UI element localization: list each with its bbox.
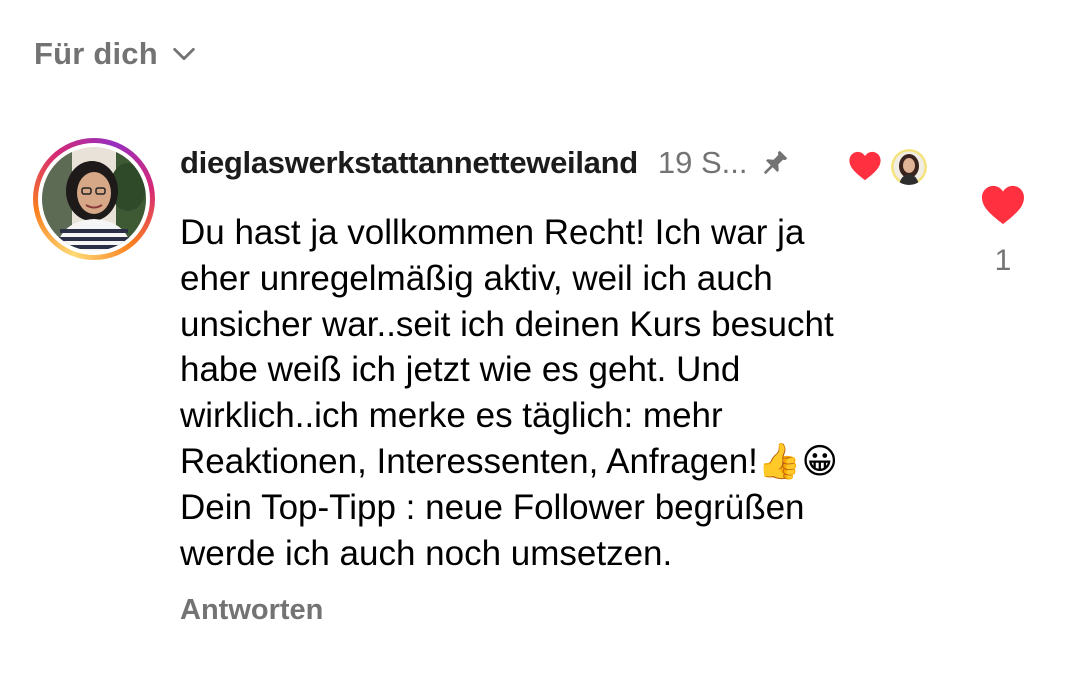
comment-header: dieglaswerkstattannetteweiland 19 S... [180,140,791,186]
feed-filter-label: Für dich [34,36,158,71]
feed-filter-dropdown[interactable]: Für dich [34,32,198,76]
chevron-down-icon [173,47,195,61]
timestamp: 19 S... [657,145,748,180]
creator-liked-heart-icon [849,151,881,181]
like-heart-icon[interactable] [980,184,1026,226]
like-count: 1 [994,244,1012,277]
avatar[interactable] [33,138,155,260]
avatar-inner [38,143,150,255]
creator-avatar [891,149,927,185]
username[interactable]: dieglaswerkstattannetteweiland [180,145,638,181]
pin-icon [764,150,788,174]
avatar-photo [42,147,146,251]
comment-text: Du hast ja vollkommen Recht! Ich war ja … [180,213,838,573]
reply-button[interactable]: Antworten [180,594,323,627]
